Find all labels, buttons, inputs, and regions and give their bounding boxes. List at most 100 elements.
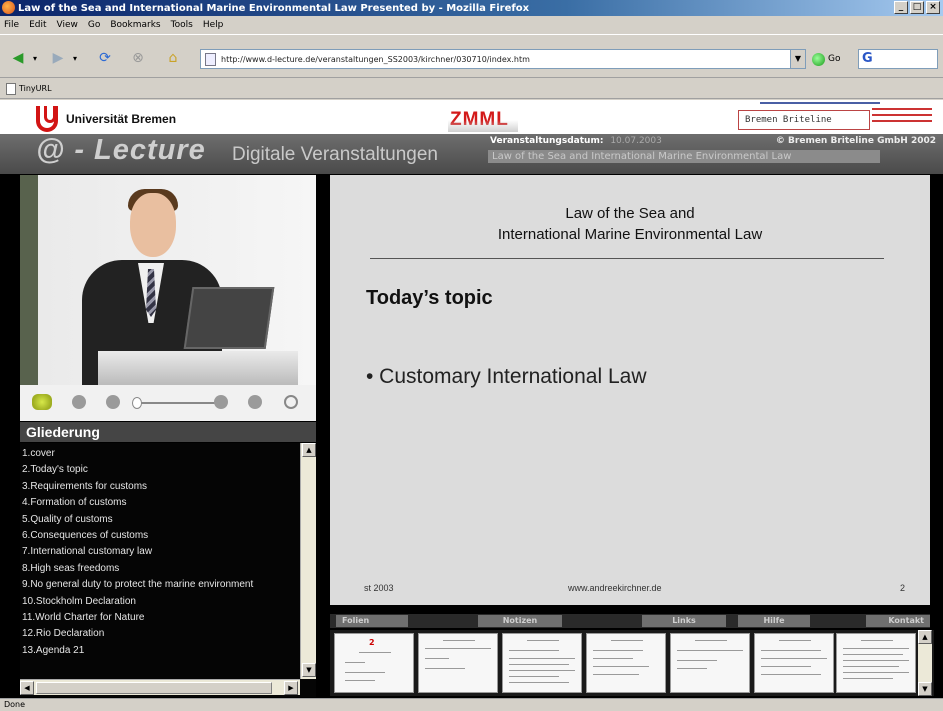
address-bar[interactable]: http://www.d-lecture.de/veranstaltungen_… [200, 49, 804, 69]
slide-thumbnail[interactable] [502, 633, 582, 693]
toc-item[interactable]: 6.Consequences of customs [20, 528, 300, 544]
lecture-brand: @ - Lecture [36, 134, 206, 166]
toc-vertical-scrollbar[interactable]: ▲ ▼ [300, 443, 316, 679]
forward-dropdown-icon[interactable]: ▾ [70, 47, 80, 69]
scroll-left-icon[interactable]: ◀ [20, 681, 34, 695]
stop-playback-icon[interactable] [72, 395, 86, 409]
bremen-briteline-logo: Bremen Briteline [738, 110, 870, 130]
slide-thumbnail[interactable] [586, 633, 666, 693]
toc-item[interactable]: 2.Today's topic [20, 462, 300, 478]
status-text: Done [4, 700, 26, 709]
menu-tools[interactable]: Tools [171, 20, 193, 30]
table-of-contents: 1.cover 2.Today's topic 3.Requirements f… [20, 443, 316, 697]
thumbnail-number: 2 [369, 638, 375, 647]
toc-item[interactable]: 11.World Charter for Nature [20, 610, 300, 626]
speaker-head [130, 193, 176, 257]
bookmark-tinyurl[interactable]: TinyURL [19, 84, 52, 93]
scroll-up-icon[interactable]: ▲ [918, 630, 932, 644]
menu-go[interactable]: Go [88, 20, 100, 30]
toc-item[interactable]: 10.Stockholm Declaration [20, 594, 300, 610]
menu-view[interactable]: View [57, 20, 78, 30]
slide-footer-website: www.andreekirchner.de [568, 583, 662, 593]
date-label: Veranstaltungsdatum: [490, 136, 604, 146]
tab-folien[interactable]: Folien [336, 615, 408, 627]
toc-item[interactable]: 1.cover [20, 446, 300, 462]
video-player[interactable] [20, 175, 316, 385]
address-dropdown-icon[interactable]: ▼ [790, 49, 806, 69]
toc-horizontal-scrollbar[interactable]: ◀ ▶ [20, 679, 300, 695]
slide-page-number: 2 [900, 583, 906, 593]
laptop [183, 287, 275, 349]
play-icon[interactable] [32, 394, 52, 410]
back-icon[interactable]: ◀ [6, 47, 30, 69]
slide-thumbnails: 2 ▲ ▼ [330, 630, 934, 696]
thumbnails-scrollbar[interactable]: ▲ ▼ [918, 630, 932, 696]
scroll-thumb[interactable] [36, 682, 272, 694]
lecture-slide: Law of the Sea and International Marine … [330, 175, 930, 605]
lecture-meta: Veranstaltungsdatum: 10.07.2003 © Bremen… [490, 136, 940, 148]
page-viewport: Universität Bremen ZMML Bremen Briteline… [0, 100, 943, 698]
toc-item[interactable]: 9.No general duty to protect the marine … [20, 577, 300, 593]
menu-edit[interactable]: Edit [29, 20, 46, 30]
go-button[interactable]: Go [812, 50, 840, 68]
firefox-icon [2, 1, 15, 14]
close-button[interactable]: × [926, 1, 940, 14]
go-icon [812, 52, 825, 66]
slide-thumbnail[interactable]: 2 [334, 633, 414, 693]
toc-item[interactable]: 7.International customary law [20, 544, 300, 560]
seek-handle[interactable] [132, 397, 142, 409]
search-input[interactable]: G [858, 49, 938, 69]
volume-icon[interactable] [284, 395, 298, 409]
address-url: http://www.d-lecture.de/veranstaltungen_… [221, 54, 530, 64]
slide-thumbnail[interactable] [836, 633, 916, 693]
toc-item[interactable]: 13.Agenda 21 [20, 643, 300, 659]
fast-forward-icon[interactable] [214, 395, 228, 409]
slide-thumbnail[interactable] [418, 633, 498, 693]
date-value: 10.07.2003 [610, 136, 662, 146]
bookmarks-toolbar: TinyURL [0, 79, 943, 99]
scroll-right-icon[interactable]: ▶ [284, 681, 298, 695]
slide-divider [370, 258, 884, 259]
reload-icon[interactable]: ⟳ [92, 47, 118, 69]
google-icon: G [862, 51, 873, 66]
slide-footer-left: st 2003 [364, 583, 394, 593]
seek-bar[interactable] [138, 402, 218, 404]
tab-hilfe[interactable]: Hilfe [738, 615, 810, 627]
menu-bookmarks[interactable]: Bookmarks [110, 20, 160, 30]
back-dropdown-icon[interactable]: ▾ [30, 47, 40, 69]
slide-thumbnail[interactable] [670, 633, 750, 693]
menu-help[interactable]: Help [203, 20, 224, 30]
status-bar: Done [0, 698, 943, 711]
go-label: Go [828, 54, 841, 64]
slide-title: Law of the Sea and International Marine … [330, 203, 930, 245]
briteline-decor [760, 102, 880, 104]
slide-bullet: • Customary International Law [366, 365, 647, 388]
scroll-down-icon[interactable]: ▼ [918, 682, 932, 696]
scroll-down-icon[interactable]: ▼ [302, 663, 316, 677]
next-icon[interactable] [248, 395, 262, 409]
window-titlebar: Law of the Sea and International Marine … [0, 0, 943, 16]
toc-item[interactable]: 12.Rio Declaration [20, 626, 300, 642]
video-controls [20, 385, 316, 421]
page-icon [205, 53, 216, 66]
toc-item[interactable]: 4.Formation of customs [20, 495, 300, 511]
maximize-button[interactable]: □ [910, 1, 924, 14]
slide-thumbnail[interactable] [754, 633, 834, 693]
tab-links[interactable]: Links [642, 615, 726, 627]
minimize-button[interactable]: _ [894, 1, 908, 14]
home-icon[interactable]: ⌂ [160, 47, 186, 69]
tab-notizen[interactable]: Notizen [478, 615, 562, 627]
stop-icon[interactable]: ⊗ [126, 47, 150, 69]
toc-item[interactable]: 3.Requirements for customs [20, 479, 300, 495]
tab-kontakt[interactable]: Kontakt [866, 615, 930, 627]
rewind-icon[interactable] [106, 395, 120, 409]
forward-icon[interactable]: ▶ [46, 47, 70, 69]
toc-item[interactable]: 8.High seas freedoms [20, 561, 300, 577]
toc-item[interactable]: 5.Quality of customs [20, 512, 300, 528]
lecture-subtitle: Digitale Veranstaltungen [232, 144, 438, 165]
scroll-up-icon[interactable]: ▲ [302, 443, 316, 457]
briteline-stripes [872, 108, 932, 128]
menu-file[interactable]: File [4, 20, 19, 30]
slide-title-line1: Law of the Sea and [565, 205, 695, 222]
copyright: © Bremen Briteline GmbH 2002 [775, 136, 936, 146]
